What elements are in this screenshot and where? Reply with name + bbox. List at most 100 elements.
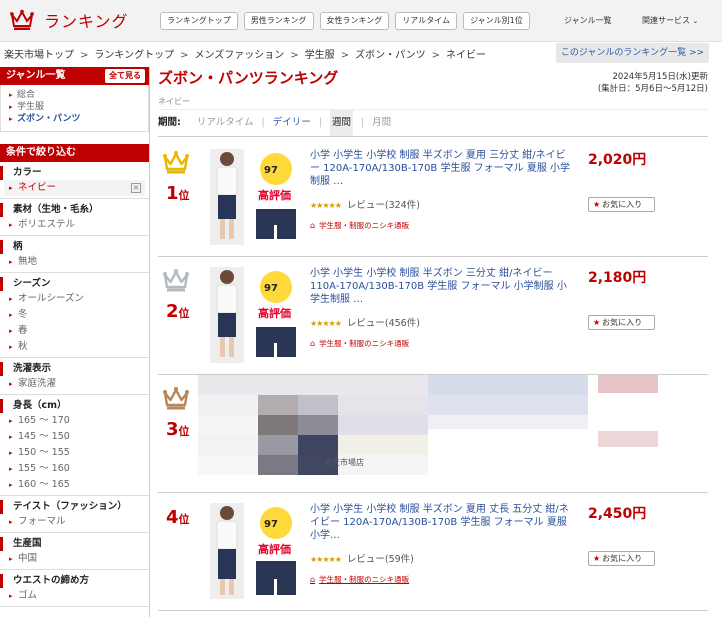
price: 2,180円 <box>588 270 647 286</box>
filter-value[interactable]: フォーマル <box>0 514 149 530</box>
filter-title: 身長（cm） <box>0 399 149 413</box>
filter-taste: テイスト（ファッション） フォーマル <box>0 496 149 533</box>
nav-male-ranking[interactable]: 男性ランキング <box>243 12 314 30</box>
ranking-item: 4位 97 高評価 小学 小学生 小学校 制服 半ズボン 夏用 丈長 五分丈 紺… <box>158 493 708 611</box>
shop-name: 学生服・制服のニシキ通販 <box>319 221 410 230</box>
review-link[interactable]: レビュー(59件) <box>347 554 414 565</box>
ranking-logo[interactable]: ランキング <box>10 8 129 32</box>
top-nav: ランキングトップ 男性ランキング 女性ランキング リアルタイム ジャンル別1位 <box>160 12 530 30</box>
rank-suffix: 位 <box>178 189 190 202</box>
favorite-label: お気に入り <box>602 318 643 327</box>
filter-value[interactable]: 165 ～ 170 <box>0 413 149 429</box>
nav-genre-first[interactable]: ジャンル別1位 <box>463 12 530 30</box>
genre-item-pants[interactable]: ズボン・パンツ <box>9 113 140 125</box>
bronze-crown-icon <box>163 387 189 410</box>
price: 2,020円 <box>588 152 647 168</box>
filter-title: テイスト（ファッション） <box>0 500 149 514</box>
breadcrumb-mens-fashion[interactable]: メンズファッション <box>194 50 284 61</box>
review-link[interactable]: レビュー(324件) <box>347 200 420 211</box>
breadcrumb-separator: > <box>340 50 350 61</box>
genre-list-heading-label: ジャンル一覧 <box>6 70 66 81</box>
rating: ★★★★★ レビュー(59件) <box>310 551 414 565</box>
review-link[interactable]: レビュー(456件) <box>347 318 420 329</box>
breadcrumb-pants[interactable]: ズボン・パンツ <box>355 50 426 61</box>
shop-link[interactable]: ⌂ 学生服・制服のニシキ通販 <box>310 338 409 349</box>
show-all-button[interactable]: 全て見る <box>105 69 145 83</box>
period-divider: | <box>318 117 322 128</box>
filter-value[interactable]: 155 ～ 160 <box>0 461 149 477</box>
filter-color: カラー ネイビー × <box>0 162 149 199</box>
ranking-item-blurred: 3位 楽天市場店 <box>158 375 708 493</box>
rank-value: 4 <box>166 507 179 528</box>
filter-value[interactable]: ゴム <box>0 588 149 604</box>
rank-suffix: 位 <box>178 307 190 320</box>
breadcrumb-ranking-top[interactable]: ランキングトップ <box>94 50 174 61</box>
ranking-item: 1位 97 高評価 小学 小学生 小学校 制服 半ズボン 夏用 三分丈 紺/ネイ… <box>158 139 708 257</box>
filter-value[interactable]: 中国 <box>0 551 149 567</box>
rank-value: 2 <box>166 301 179 322</box>
product-title-link[interactable]: 小学 小学生 小学校 制服 半ズボン 三分丈 紺/ネイビー 110A-170A/… <box>310 267 572 306</box>
gold-crown-icon <box>163 151 189 174</box>
genre-item-overall[interactable]: 総合 <box>9 89 140 101</box>
filter-value[interactable]: 家庭洗濯 <box>0 376 149 392</box>
shop-link[interactable]: ⌂ 学生服・制服のニシキ通販 <box>310 220 409 231</box>
genre-list-heading: ジャンル一覧 全て見る <box>0 67 149 85</box>
nav-ranking-top[interactable]: ランキングトップ <box>160 12 238 30</box>
product-title-link[interactable]: 小学 小学生 小学校 制服 半ズボン 夏用 丈長 五分丈 紺/ネイビー 120A… <box>310 503 572 542</box>
period-label: 期間: <box>158 117 181 128</box>
filter-value-navy[interactable]: ネイビー × <box>4 180 145 196</box>
filter-value[interactable]: 無地 <box>0 254 149 270</box>
filter-value[interactable]: オールシーズン <box>0 291 149 307</box>
site-header: ランキング ランキングトップ 男性ランキング 女性ランキング リアルタイム ジャ… <box>0 0 722 42</box>
filter-value[interactable]: 秋 <box>0 339 149 355</box>
product-image[interactable]: 97 高評価 <box>206 503 302 599</box>
add-favorite-button[interactable]: ★ お気に入り <box>588 551 655 566</box>
star-rating-icon: ★★★★★ <box>310 555 342 564</box>
rank-suffix: 位 <box>178 425 190 438</box>
genre-ranking-list-link[interactable]: このジャンルのランキング一覧 >> <box>556 43 709 63</box>
nav-female-ranking[interactable]: 女性ランキング <box>319 12 390 30</box>
thumb-rating-text: 高評価 <box>258 542 291 556</box>
filter-value[interactable]: 冬 <box>0 307 149 323</box>
rank-number: 3位 <box>166 419 190 440</box>
filter-title: 素材（生地・毛糸） <box>0 203 149 217</box>
thumb-badge-number: 97 <box>264 519 278 530</box>
breadcrumb-separator: > <box>80 50 89 61</box>
ranking-item: 2位 97 高評価 小学 小学生 小学校 制服 半ズボン 三分丈 紺/ネイビー … <box>158 257 708 375</box>
breadcrumb-separator: > <box>180 50 189 61</box>
rank-number: 4位 <box>166 507 190 528</box>
product-image[interactable]: 97 高評価 <box>206 267 302 363</box>
shop-home-icon: ⌂ <box>310 339 316 348</box>
filter-value[interactable]: 145 ～ 150 <box>0 429 149 445</box>
shop-link[interactable]: ⌂ 学生服・制服のニシキ通販 <box>310 574 409 585</box>
blurred-shop-name: 楽天市場店 <box>324 457 364 467</box>
breadcrumb-current: ネイビー <box>445 50 486 61</box>
filter-value[interactable]: 春 <box>0 323 149 339</box>
filter-height: 身長（cm） 165 ～ 170 145 ～ 150 150 ～ 155 155… <box>0 395 149 496</box>
chevron-down-icon: ⌄ <box>692 17 699 25</box>
product-title-link[interactable]: 小学 小学生 小学校 制服 半ズボン 夏用 三分丈 紺/ネイビー 120A-17… <box>310 149 572 188</box>
add-favorite-button[interactable]: ★ お気に入り <box>588 315 655 330</box>
rank-number: 1位 <box>166 183 190 204</box>
period-selector: 期間: リアルタイム | デイリー | 週間 | 月間 <box>158 109 708 137</box>
sidebar: ジャンル一覧 全て見る 総合 学生服 ズボン・パンツ 条件で絞り込む カラー ネ… <box>0 67 150 617</box>
clear-filter-icon[interactable]: × <box>131 183 141 193</box>
period-weekly: 週間 <box>329 110 353 136</box>
star-icon: ★ <box>593 554 601 563</box>
price: 2,450円 <box>588 506 647 522</box>
related-services-menu[interactable]: 関連サービス ⌄ <box>642 15 698 26</box>
genre-item-school-uniform[interactable]: 学生服 <box>9 101 140 113</box>
filter-value[interactable]: 150 ～ 155 <box>0 445 149 461</box>
genre-list-link[interactable]: ジャンル一覧 <box>564 15 612 26</box>
period-divider: | <box>360 117 365 128</box>
period-daily[interactable]: デイリー <box>273 110 311 136</box>
nav-realtime[interactable]: リアルタイム <box>395 12 458 30</box>
filter-value[interactable]: ポリエステル <box>0 217 149 233</box>
filter-value[interactable]: 160 ～ 165 <box>0 477 149 493</box>
related-services-label: 関連サービス <box>642 16 690 25</box>
product-image[interactable]: 97 高評価 <box>206 149 302 245</box>
breadcrumb-school-uniform[interactable]: 学生服 <box>305 50 335 61</box>
add-favorite-button[interactable]: ★ お気に入り <box>588 197 655 212</box>
breadcrumb-rakuten-top[interactable]: 楽天市場トップ <box>4 50 74 61</box>
sub-genre-label: ネイビー <box>158 97 190 106</box>
